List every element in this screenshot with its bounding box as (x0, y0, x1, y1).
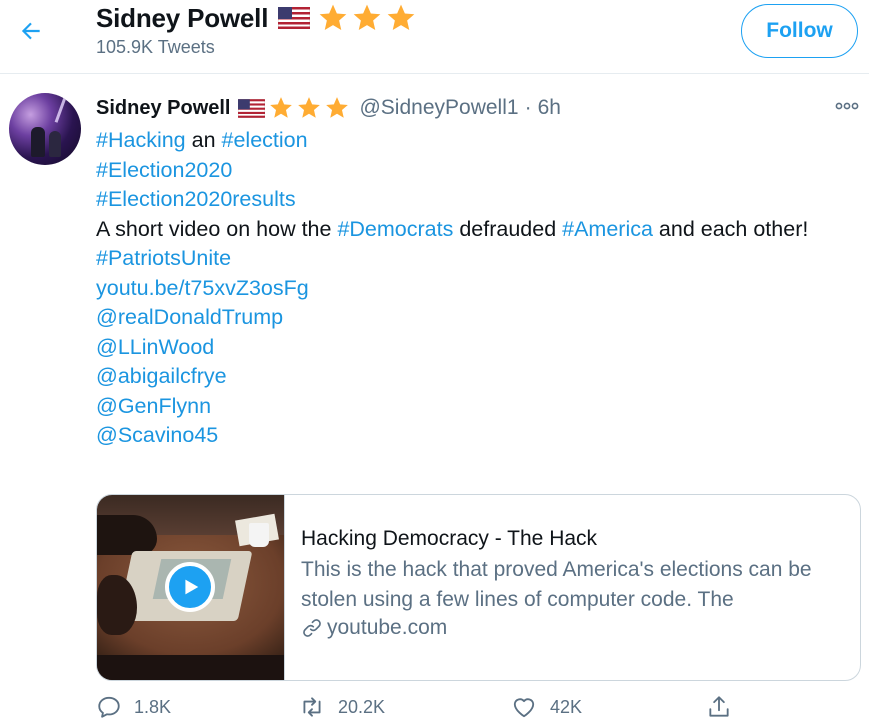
tweet-text: #Hacking an #election #Election2020 #Ele… (96, 126, 861, 451)
us-flag-icon (278, 7, 311, 29)
tweet-text-segment: an (185, 128, 222, 152)
hashtag-link[interactable]: #election (222, 128, 308, 152)
reply-count: 1.8K (134, 696, 172, 717)
back-button[interactable] (14, 14, 48, 48)
header-title: Sidney Powell (96, 2, 269, 33)
share-button[interactable] (706, 694, 744, 720)
video-thumbnail[interactable] (97, 495, 285, 680)
us-flag-icon (238, 98, 266, 118)
star-icon (319, 4, 347, 30)
tweet-text-segment: A short video on how the (96, 216, 338, 241)
card-text: Hacking Democracy - The Hack This is the… (285, 495, 860, 680)
mention-link[interactable]: @realDonaldTrump (96, 305, 283, 329)
link-icon (303, 619, 321, 637)
hashtag-link[interactable]: #Democrats (337, 217, 453, 241)
mention-link[interactable]: @GenFlynn (96, 394, 211, 418)
star-icon (387, 4, 415, 30)
star-icon (270, 97, 293, 118)
like-button[interactable]: 42K (510, 694, 582, 720)
play-button[interactable] (165, 562, 215, 612)
retweet-count: 20.2K (338, 696, 386, 717)
share-icon (709, 696, 729, 717)
meta-separator: · (524, 96, 532, 119)
profile-header: Sidney Powell 105.9K Tweets Follow (0, 0, 869, 74)
tweet-meta: Sidney Powell @SidneyPowell1 · 6h (96, 92, 861, 124)
author-stars (267, 95, 351, 121)
mention-link[interactable]: @abigailcfrye (96, 364, 227, 388)
author-name[interactable]: Sidney Powell (96, 97, 230, 120)
mention-link[interactable]: @Scavino45 (96, 423, 218, 447)
hashtag-link[interactable]: #America (562, 217, 653, 241)
avatar[interactable] (9, 93, 81, 165)
tweet-actions: 1.8K 20.2K 42K (96, 694, 736, 724)
tweet-text-segment: defrauded (453, 216, 563, 241)
card-domain-text: youtube.com (327, 616, 448, 639)
url-link[interactable]: youtu.be/t75xvZ3osFg (96, 276, 309, 300)
hashtag-link[interactable]: #Election2020results (96, 187, 296, 211)
retweet-icon (303, 697, 321, 717)
tweet: Sidney Powell @SidneyPowell1 · 6h #Hacki… (96, 92, 861, 451)
play-icon (185, 579, 199, 595)
author-handle[interactable]: @SidneyPowell1 (359, 96, 518, 120)
star-icon (353, 4, 381, 30)
hashtag-link[interactable]: #Hacking (96, 128, 186, 152)
tweet-timestamp[interactable]: 6h (538, 96, 561, 120)
header-stars (316, 2, 418, 34)
hashtag-link[interactable]: #Election2020 (96, 158, 232, 182)
link-preview-card[interactable]: Hacking Democracy - The Hack This is the… (96, 494, 861, 681)
heart-icon (513, 698, 535, 718)
retweet-button[interactable]: 20.2K (298, 694, 385, 720)
follow-button[interactable]: Follow (741, 4, 858, 58)
mention-link[interactable]: @LLinWood (96, 335, 214, 359)
star-icon (326, 97, 349, 118)
hashtag-link[interactable]: #PatriotsUnite (96, 246, 231, 270)
back-arrow-icon (21, 22, 40, 40)
reply-button[interactable]: 1.8K (96, 694, 171, 720)
tweet-text-segment: and each other! (652, 216, 809, 241)
like-count: 42K (550, 696, 583, 717)
card-domain: youtube.com (301, 616, 844, 640)
star-icon (298, 97, 321, 118)
header-title-block: Sidney Powell 105.9K Tweets (96, 2, 418, 58)
tweet-count: 105.9K Tweets (96, 37, 215, 57)
reply-icon (98, 696, 120, 718)
card-title: Hacking Democracy - The Hack (301, 527, 598, 550)
card-description: This is the hack that proved America's e… (301, 558, 812, 611)
